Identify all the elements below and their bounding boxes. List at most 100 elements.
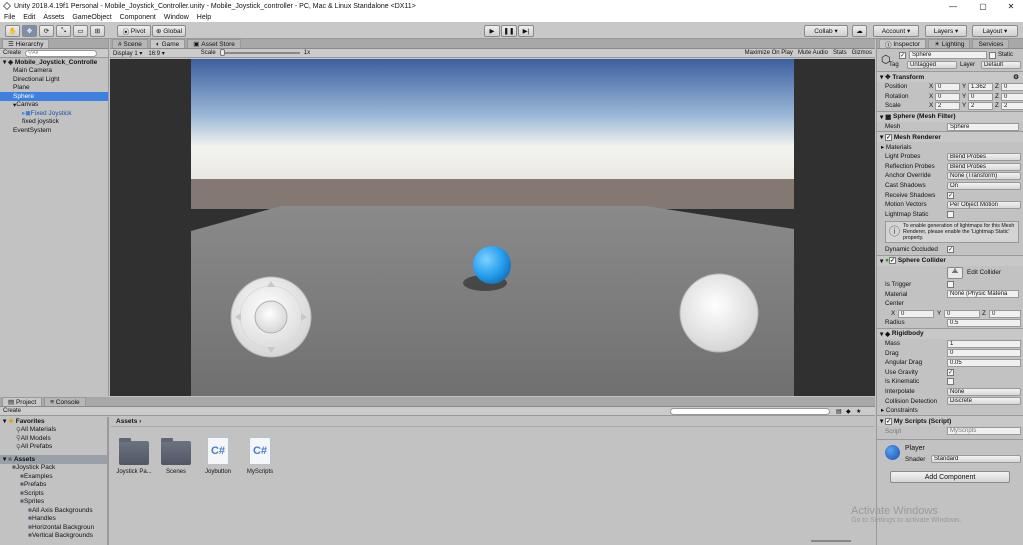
mesh-field[interactable]: Sphere [947,122,1019,131]
renderer-dropdown[interactable]: Per Object Motion [947,200,1021,209]
renderer-dropdown[interactable]: None (Transform) [947,172,1021,181]
tab-scene[interactable]: # Scene [112,39,148,48]
pivot-toggle[interactable]: ⦿ Pivot [117,25,151,37]
transform-x-field[interactable]: 0 [935,92,960,101]
my-scripts-header[interactable]: ▾ ✓ My Scripts (Script) [877,415,1023,427]
project-search-input[interactable] [670,408,830,415]
mesh-renderer-enabled-checkbox[interactable]: ✓ [885,133,893,141]
dynamic-occluded-checkbox[interactable]: ✓ [947,246,954,254]
breadcrumb-assets[interactable]: Assets [116,418,137,425]
tab-hierarchy[interactable]: ☰ Hierarchy [2,39,50,48]
asset-item[interactable]: Joystick Pa... [116,433,152,475]
assets-tree-item[interactable]: ■ Examples [0,472,107,481]
materials-row[interactable]: ▸ Materials [877,142,1023,152]
scale-slider-handle[interactable] [219,49,225,56]
favorites-item[interactable]: ⚲ All Models [0,434,107,443]
hierarchy-create-button[interactable]: Create [3,50,21,56]
assets-tree-item[interactable]: ■ Vertical Backgrounds [0,532,107,541]
fixed-joystick[interactable] [230,276,312,358]
transform-tool-icon[interactable]: ⊞ [90,25,105,37]
lightmap-static-checkbox[interactable] [947,210,954,218]
project-create-button[interactable]: Create [3,408,21,414]
collider-material-field[interactable]: None (Physic Materia [947,290,1019,299]
transform-z-field[interactable]: 0 [1001,92,1023,101]
hierarchy-item[interactable]: ▸◼ Fixed Joystick [0,109,108,118]
account-dropdown[interactable]: Account ▾ [873,25,919,37]
step-button[interactable]: ▶| [518,25,534,37]
cloud-icon[interactable]: ☁ [852,25,867,37]
interpolate-dropdown[interactable]: None [947,387,1021,396]
tab-services[interactable]: Services [972,39,1010,48]
assets-tree-item[interactable]: ■ Scripts [0,489,107,498]
asset-item[interactable]: Scenes [159,433,193,475]
menu-help[interactable]: Help [197,14,211,21]
layer-dropdown[interactable]: Default [981,61,1021,69]
is-trigger-checkbox[interactable] [947,281,954,289]
receive-shadows-checkbox[interactable]: ✓ [947,191,954,199]
assets-tree-item[interactable]: ■ Handles [0,515,107,524]
transform-y-field[interactable]: 0 [968,92,993,101]
shader-dropdown[interactable]: Standard [931,455,1021,464]
tab-inspector[interactable]: ⓘ Inspector [879,39,927,49]
drag-field[interactable]: 0 [947,349,1021,358]
hierarchy-item[interactable]: ▾ Canvas [0,101,108,110]
renderer-dropdown[interactable]: On [947,181,1021,190]
hierarchy-item[interactable]: fixed joystick [0,118,108,127]
pause-button[interactable]: ❚❚ [501,25,517,37]
is-kinematic-checkbox[interactable] [947,378,954,386]
use-gravity-checkbox[interactable]: ✓ [947,368,954,376]
joystick-handle[interactable] [254,300,288,334]
asset-zoom-slider[interactable] [811,540,851,542]
sphere-collider-header[interactable]: ▾ ● ✓ Sphere Collider [877,254,1023,266]
component-menu-icon[interactable]: ⚙ [1013,73,1019,81]
active-checkbox[interactable]: ✓ [899,52,906,59]
center-y-field[interactable]: 0 [944,309,980,318]
menu-gameobject[interactable]: GameObject [72,14,111,21]
stats-button[interactable]: Stats [833,50,847,56]
renderer-dropdown[interactable]: Blend Probes [947,162,1021,171]
rect-tool-icon[interactable]: ▭ [73,25,88,37]
mute-audio-button[interactable]: Mute Audio [798,50,828,56]
assets-tree-item[interactable]: ■ Joystick Pack [0,464,107,473]
aspect-dropdown[interactable]: 16:9 ▾ [148,50,164,57]
assets-tree-item[interactable]: ■ Horizontal Backgroun [0,523,107,532]
close-icon[interactable]: ✕ [998,0,1023,12]
assets-tree-item[interactable]: ■ Prefabs [0,481,107,490]
tab-console[interactable]: ≡ Console [44,397,86,406]
add-component-button[interactable]: Add Component [890,471,1010,484]
rigidbody-header[interactable]: ▾ ◆ Rigidbody [877,327,1023,339]
assets-tree-item[interactable]: ■ All Axis Backgrounds [0,506,107,515]
my-scripts-enabled-checkbox[interactable]: ✓ [885,417,893,425]
collab-dropdown[interactable]: Collab ▾ [804,25,848,37]
menu-file[interactable]: File [4,14,15,21]
maximize-on-play-button[interactable]: Maximize On Play [745,50,793,56]
assets-tree-item[interactable]: ■ Sprites [0,498,107,507]
display-dropdown[interactable]: Display 1 ▾ [113,50,142,57]
edit-collider-button[interactable]: ⟁ [947,266,963,279]
assets-root[interactable]: ▾ ■ Assets [0,455,107,464]
tag-dropdown[interactable]: Untagged [907,61,957,69]
transform-y-field[interactable]: 2 [968,102,993,111]
layout-dropdown[interactable]: Layout ▾ [972,25,1018,37]
hierarchy-item[interactable]: EventSystem [0,126,108,135]
tab-lighting[interactable]: ☀ Lighting [928,39,971,48]
hierarchy-item[interactable]: Sphere [0,92,108,101]
transform-x-field[interactable]: 2 [935,102,960,111]
menu-window[interactable]: Window [164,14,189,21]
asset-item[interactable]: C# MyScripts [243,433,277,475]
hierarchy-item[interactable]: Main Camera [0,67,108,76]
static-checkbox[interactable] [989,52,996,59]
hierarchy-item[interactable]: Directional Light [0,75,108,84]
rotate-tool-icon[interactable]: ⟳ [39,25,54,37]
transform-z-field[interactable]: 0 [1001,83,1023,91]
radius-field[interactable]: 0.5 [947,319,1021,328]
mass-field[interactable]: 1 [947,339,1021,348]
tab-game[interactable]: ◐ Game [149,39,186,48]
favorites-header[interactable]: ▾ ★ Favorites [0,417,107,426]
scale-tool-icon[interactable]: ⤡ [56,25,71,37]
play-button[interactable]: ▶ [484,25,500,37]
tab-project[interactable]: ▤ Project [2,397,43,406]
renderer-dropdown[interactable]: Blend Probes [947,152,1021,161]
angular-drag-field[interactable]: 0.05 [947,358,1021,367]
hierarchy-search-input[interactable]: ⚲ All [25,49,98,57]
